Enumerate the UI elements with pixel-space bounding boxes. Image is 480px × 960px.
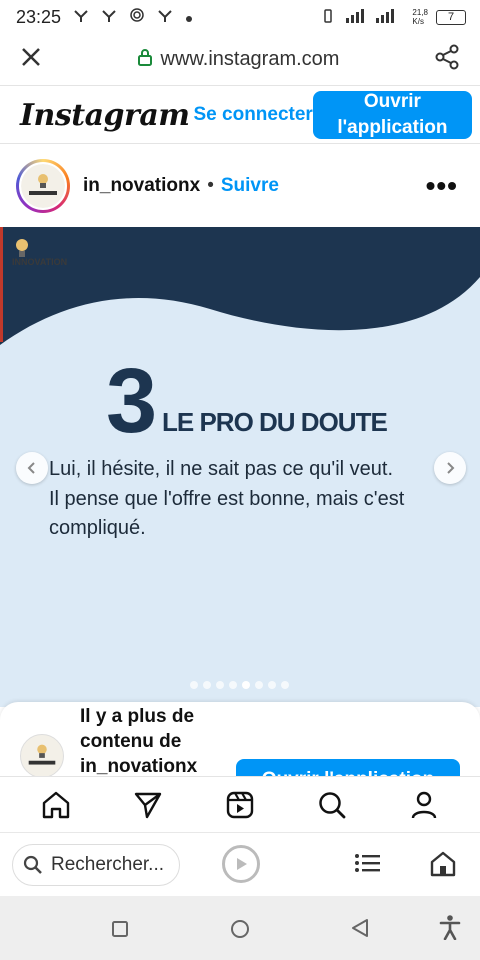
post-image[interactable]: INNOVATION 3 LE PRO DU DOUTE Lui, il hés… bbox=[0, 227, 480, 707]
carousel-dot bbox=[281, 681, 289, 689]
browser-search-box[interactable]: Rechercher... bbox=[12, 843, 180, 886]
browser-url-bar: www.instagram.com bbox=[0, 34, 480, 86]
carousel-dot bbox=[190, 681, 198, 689]
post-body-line: Il pense que l'offre est bonne, mais c'e… bbox=[49, 487, 405, 540]
reels-icon bbox=[226, 791, 254, 818]
browser-search-input[interactable]: Rechercher... bbox=[51, 854, 164, 876]
separator-dot: • bbox=[207, 175, 214, 196]
status-left: 23:25 bbox=[16, 6, 193, 29]
carousel-prev-button[interactable] bbox=[16, 452, 48, 484]
share-icon[interactable] bbox=[434, 44, 460, 75]
browser-home-icon[interactable] bbox=[430, 851, 456, 882]
carousel-dot bbox=[216, 681, 224, 689]
screen: 23:25 21,8 K/s 7 www.instagram.com Insta… bbox=[0, 0, 480, 960]
clock: 23:25 bbox=[16, 6, 62, 27]
post-number: 3 bbox=[106, 350, 157, 452]
post-header: in_novationx • Suivre ••• bbox=[0, 145, 480, 227]
close-icon[interactable] bbox=[20, 46, 42, 73]
lock-icon bbox=[137, 48, 153, 72]
bulb-logo-icon bbox=[28, 744, 56, 765]
carousel-dot bbox=[229, 681, 237, 689]
carousel-dot-active bbox=[242, 681, 250, 689]
sheet-message: Il y a plus de contenu de in_novationx bbox=[80, 706, 198, 776]
notification-icon bbox=[101, 7, 117, 28]
network-speed: 21,8 K/s bbox=[412, 8, 428, 26]
status-bar: 23:25 21,8 K/s 7 bbox=[0, 0, 480, 34]
post-subtitle: LE PRO DU DOUTE bbox=[162, 407, 388, 437]
fingerprint-icon bbox=[129, 6, 145, 29]
carousel-indicator bbox=[190, 681, 289, 689]
login-link[interactable]: Se connecter bbox=[194, 104, 313, 126]
notification-icon bbox=[157, 7, 173, 28]
home-circle-icon[interactable] bbox=[229, 918, 251, 945]
nav-reels[interactable] bbox=[216, 781, 264, 829]
send-icon bbox=[134, 792, 162, 818]
url-text: www.instagram.com bbox=[160, 48, 340, 70]
play-icon bbox=[237, 858, 247, 870]
back-triangle-icon[interactable] bbox=[350, 918, 370, 943]
post-username[interactable]: in_novationx bbox=[83, 175, 200, 197]
nav-direct[interactable] bbox=[124, 781, 172, 829]
browser-bottom-bar: Rechercher... bbox=[0, 832, 480, 896]
bulb-logo-icon bbox=[24, 167, 62, 205]
open-app-button[interactable]: Ouvrir l'application bbox=[312, 91, 472, 139]
signal-icon bbox=[344, 8, 404, 27]
sheet-open-app-button[interactable]: Ouvrir l'application bbox=[236, 759, 460, 776]
vibrate-icon bbox=[320, 8, 336, 27]
nav-home[interactable] bbox=[32, 781, 80, 829]
carousel-dot bbox=[203, 681, 211, 689]
tabs-list-icon[interactable] bbox=[354, 851, 382, 880]
dot-icon bbox=[185, 7, 193, 28]
avatar[interactable] bbox=[16, 159, 70, 213]
carousel-next-button[interactable] bbox=[434, 452, 466, 484]
instagram-logo[interactable]: Instagram bbox=[20, 98, 190, 133]
post-body-text: Lui, il hésite, il ne sait pas ce qu'il … bbox=[49, 455, 429, 544]
nav-profile[interactable] bbox=[400, 781, 448, 829]
notification-icon bbox=[73, 7, 89, 28]
nav-search[interactable] bbox=[308, 781, 356, 829]
url-display[interactable]: www.instagram.com bbox=[137, 48, 340, 72]
post-body-line: Lui, il hésite, il ne sait pas ce qu'il … bbox=[49, 458, 394, 480]
avatar-frame bbox=[19, 162, 67, 210]
more-content-sheet: Il y a plus de contenu de in_novationx O… bbox=[0, 702, 480, 776]
instagram-header: Instagram Se connecter Ouvrir l'applicat… bbox=[0, 87, 480, 144]
more-options-icon[interactable]: ••• bbox=[426, 172, 458, 200]
follow-button[interactable]: Suivre bbox=[221, 175, 279, 197]
carousel-dot bbox=[268, 681, 276, 689]
search-icon bbox=[23, 855, 42, 874]
chevron-left-icon bbox=[27, 462, 35, 474]
profile-icon bbox=[411, 791, 437, 818]
battery-indicator: 7 bbox=[436, 9, 466, 25]
play-button[interactable] bbox=[222, 845, 260, 883]
accessibility-icon[interactable] bbox=[439, 914, 461, 945]
sheet-avatar bbox=[20, 734, 64, 776]
search-icon bbox=[319, 791, 346, 818]
android-navigation-bar bbox=[0, 896, 480, 960]
avatar-image bbox=[21, 164, 65, 208]
status-right: 21,8 K/s 7 bbox=[320, 8, 466, 27]
battery-level: 7 bbox=[447, 10, 455, 23]
home-icon bbox=[42, 791, 70, 818]
brand-name: INNOVATION bbox=[12, 257, 68, 267]
recent-apps-icon[interactable] bbox=[111, 920, 129, 943]
instagram-bottom-nav bbox=[0, 776, 480, 832]
chevron-right-icon bbox=[447, 462, 455, 474]
carousel-dot bbox=[255, 681, 263, 689]
